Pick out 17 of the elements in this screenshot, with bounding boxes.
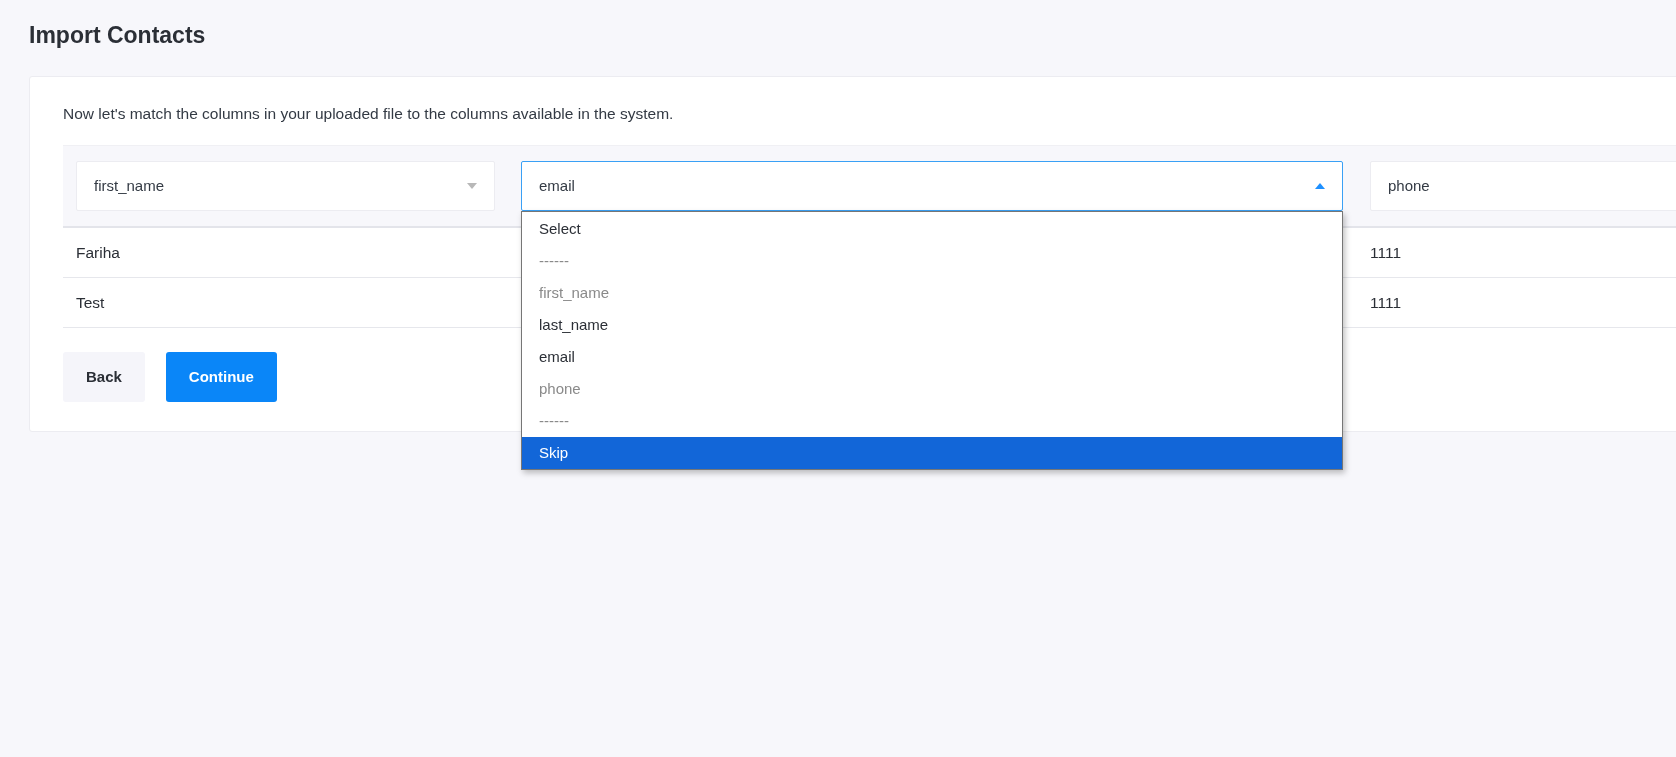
dropdown-option[interactable]: last_name bbox=[522, 309, 1342, 341]
back-button[interactable]: Back bbox=[63, 352, 145, 402]
continue-button[interactable]: Continue bbox=[165, 352, 277, 402]
column-select[interactable]: phone bbox=[1370, 161, 1676, 211]
column-select[interactable]: email bbox=[521, 161, 1343, 211]
page-title: Import Contacts bbox=[29, 21, 207, 50]
caret-icon bbox=[1315, 183, 1325, 189]
dropdown-option[interactable]: Select bbox=[522, 213, 1342, 245]
table-cell: 1111 bbox=[1370, 243, 1402, 261]
table-cell: Test bbox=[76, 293, 105, 311]
intro-text: Now let's match the columns in your uploaded file to the columns available in the system. bbox=[63, 104, 675, 124]
table-cell: Fariha bbox=[76, 243, 120, 261]
dropdown-option[interactable]: email bbox=[522, 341, 1342, 373]
column-select[interactable]: first_name bbox=[76, 161, 495, 211]
caret-icon bbox=[467, 183, 477, 189]
table-cell: 1111 bbox=[1370, 293, 1402, 311]
dropdown-option[interactable]: Skip bbox=[522, 437, 1342, 469]
